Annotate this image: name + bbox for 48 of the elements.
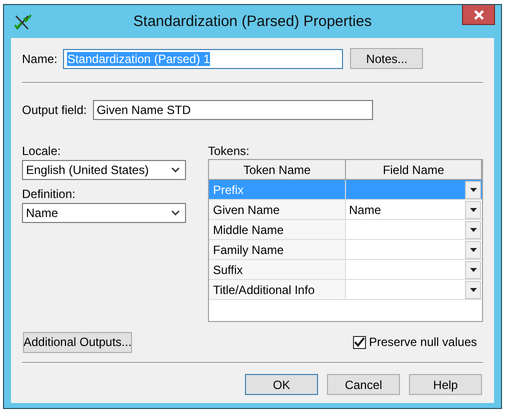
dropdown-arrow-button[interactable] <box>465 280 481 298</box>
column-header[interactable]: Field Name <box>346 160 482 180</box>
caret-icon <box>470 288 476 292</box>
caret-icon <box>470 268 476 272</box>
close-button[interactable] <box>462 5 495 25</box>
chevron-icon <box>171 167 180 173</box>
chevron-icon <box>171 210 180 216</box>
locale-label: Locale: <box>22 144 62 158</box>
field-dropdown-cell[interactable] <box>346 280 482 300</box>
name-label: Name: <box>22 52 58 66</box>
checkbox[interactable] <box>352 336 366 348</box>
field-dropdown-cell[interactable] <box>346 240 482 260</box>
notes-button[interactable]: Notes... <box>350 48 424 69</box>
column-header[interactable]: Token Name <box>209 160 346 180</box>
definition-dropdown[interactable]: Name <box>22 203 186 223</box>
checkmark-icon <box>354 337 365 347</box>
locale-dropdown[interactable]: English (United States) <box>22 160 186 180</box>
dialog-button[interactable]: Cancel <box>327 374 400 395</box>
token-cell[interactable]: Given Name <box>209 200 346 220</box>
name-value: Standardization (Parsed) 1 <box>67 52 210 66</box>
dropdown-arrow-button[interactable] <box>465 180 481 198</box>
token-cell[interactable]: Family Name <box>209 240 346 260</box>
field-dropdown-cell[interactable] <box>346 180 482 200</box>
additional-outputs-button[interactable]: Additional Outputs... <box>23 332 132 352</box>
output-field-label: Output field: <box>22 102 87 116</box>
dropdown-arrow-button[interactable] <box>465 220 481 238</box>
dropdown-arrow-button[interactable] <box>465 240 481 258</box>
tokens-label: Tokens: <box>208 144 250 158</box>
checkbox-label: Preserve null values <box>368 335 477 349</box>
token-cell[interactable]: Middle Name <box>209 220 346 240</box>
token-cell[interactable]: Title/Additional Info <box>209 280 346 300</box>
field-dropdown-cell[interactable] <box>346 260 482 280</box>
field-dropdown-cell[interactable] <box>346 220 482 240</box>
caret-icon <box>470 228 476 232</box>
caret-icon <box>470 188 476 192</box>
definition-label: Definition: <box>22 187 76 201</box>
app-icon <box>14 12 32 30</box>
dialog-button[interactable]: Help <box>409 374 482 395</box>
caret-icon <box>470 248 476 252</box>
dropdown-arrow-button[interactable] <box>465 200 481 218</box>
field-dropdown-cell[interactable]: Name <box>346 200 482 220</box>
token-cell[interactable]: Suffix <box>209 260 346 280</box>
close-icon <box>474 10 484 20</box>
caret-icon <box>470 208 476 212</box>
dropdown-arrow-button[interactable] <box>465 260 481 278</box>
output-field[interactable]: Given Name STD <box>92 100 373 120</box>
dialog-button[interactable]: OK <box>245 374 318 395</box>
window-title: Standardization (Parsed) Properties <box>132 13 373 30</box>
